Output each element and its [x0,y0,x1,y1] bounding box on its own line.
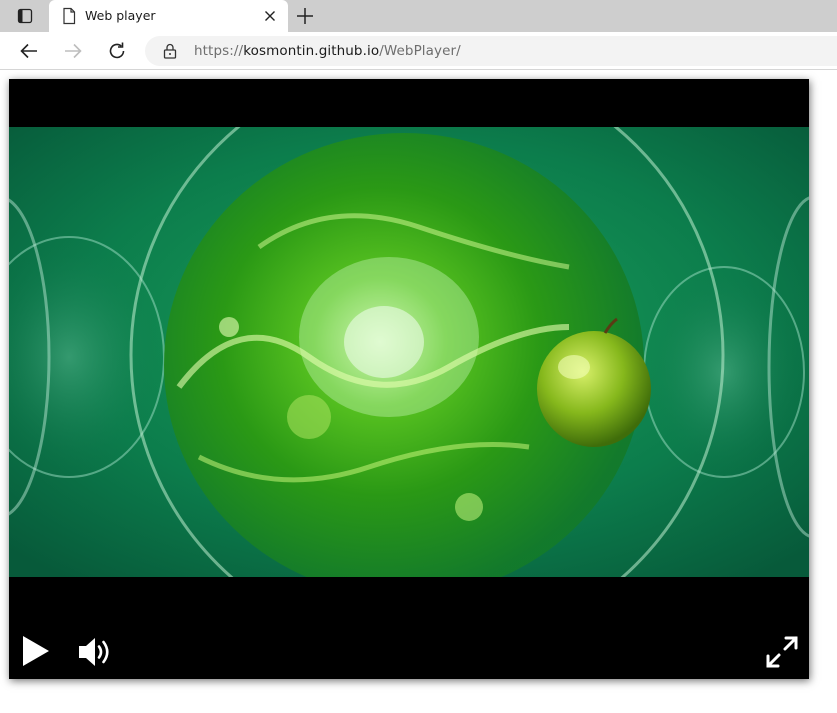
fullscreen-button[interactable] [765,635,799,669]
url-text: https://kosmontin.github.io/WebPlayer/ [194,43,461,59]
url-host: kosmontin.github.io [243,43,380,59]
expand-icon [766,636,798,668]
new-tab-icon[interactable] [294,5,316,27]
volume-button[interactable] [77,635,113,669]
speaker-icon [79,638,109,666]
tab-title: Web player [85,8,156,23]
video-frame[interactable] [9,127,809,577]
tab-strip: Web player [0,0,837,32]
tab-actions-icon [17,8,33,24]
address-bar[interactable]: https://kosmontin.github.io/WebPlayer/ [145,36,837,66]
video-image [9,127,809,577]
toolbar-divider [0,69,837,70]
close-tab-icon[interactable] [262,8,278,24]
url-scheme: https:// [194,43,244,59]
play-icon [23,636,49,666]
url-path: /WebPlayer/ [379,43,461,59]
forward-arrow-icon[interactable] [62,40,84,62]
reload-icon[interactable] [106,40,128,62]
video-player[interactable] [9,79,809,679]
lock-icon[interactable] [163,43,177,59]
back-arrow-icon[interactable] [18,40,40,62]
play-button[interactable] [21,633,51,669]
page-icon [63,7,76,25]
tab-actions-button[interactable] [6,4,44,28]
browser-toolbar: https://kosmontin.github.io/WebPlayer/ [0,32,837,70]
browser-tab[interactable]: Web player [49,0,288,32]
